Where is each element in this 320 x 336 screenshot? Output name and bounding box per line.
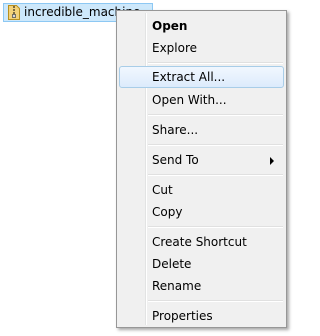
menu-separator [148, 226, 283, 228]
menu-item-explore[interactable]: Explore [119, 37, 284, 59]
menu-item-delete[interactable]: Delete [119, 253, 284, 275]
zip-folder-icon [8, 5, 20, 20]
chevron-right-icon [270, 157, 274, 165]
menu-separator [148, 300, 283, 302]
menu-item-properties[interactable]: Properties [119, 305, 284, 327]
menu-separator [148, 62, 283, 64]
menu-item-send-to[interactable]: Send To [119, 149, 284, 171]
context-menu: Open Explore Extract All... Open With...… [116, 10, 287, 328]
menu-item-cut[interactable]: Cut [119, 179, 284, 201]
menu-item-create-shortcut[interactable]: Create Shortcut [119, 231, 284, 253]
menu-separator [148, 114, 283, 116]
menu-item-copy[interactable]: Copy [119, 201, 284, 223]
menu-item-extract-all[interactable]: Extract All... [119, 66, 284, 88]
menu-item-share[interactable]: Share... [119, 119, 284, 141]
menu-item-rename[interactable]: Rename [119, 275, 284, 297]
menu-separator [148, 144, 283, 146]
menu-item-open-with[interactable]: Open With... [119, 89, 284, 111]
menu-item-send-to-label: Send To [152, 153, 199, 167]
menu-separator [148, 174, 283, 176]
menu-item-open[interactable]: Open [119, 15, 284, 37]
